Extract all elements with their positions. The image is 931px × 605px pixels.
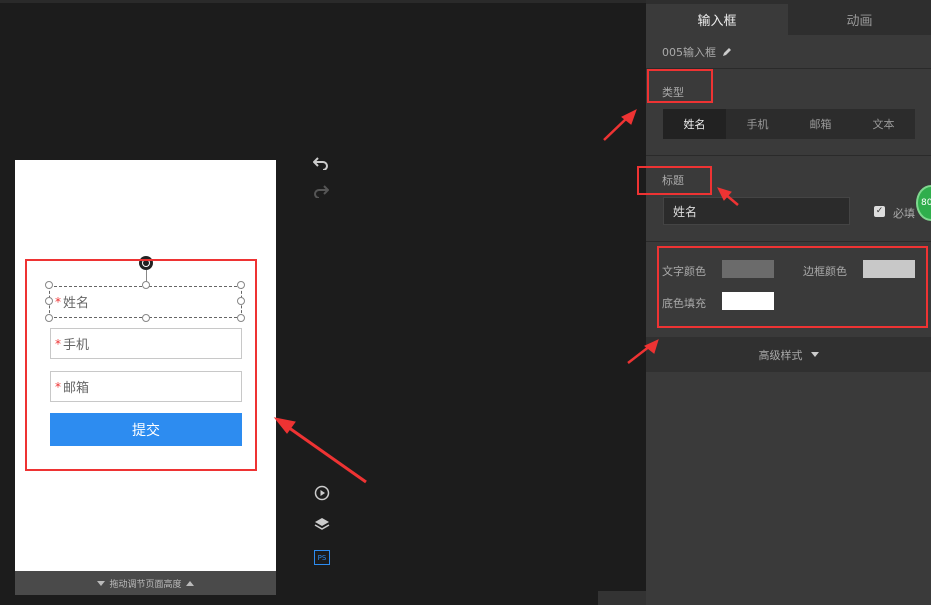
redo-icon[interactable] [313, 184, 329, 198]
layers-icon[interactable] [314, 517, 330, 531]
divider [646, 241, 931, 242]
component-name: 005输入框 [662, 46, 716, 59]
annotation-box-title [637, 166, 712, 195]
advanced-style-toggle[interactable]: 高级样式 [646, 337, 931, 372]
undo-icon[interactable] [313, 156, 329, 170]
type-option-phone[interactable]: 手机 [726, 109, 789, 139]
type-segmented-control: 姓名 手机 邮箱 文本 [663, 109, 915, 139]
page-height-drag-bar[interactable]: 拖动调节页面高度 [15, 571, 276, 595]
annotation-box-type [647, 69, 713, 103]
type-option-email[interactable]: 邮箱 [789, 109, 852, 139]
annotation-box-form [25, 259, 257, 471]
chevron-down-icon [810, 352, 819, 357]
divider [646, 155, 931, 156]
type-option-name[interactable]: 姓名 [663, 109, 726, 139]
required-label: 必填 [893, 207, 915, 220]
annotation-box-colors [657, 246, 928, 328]
top-divider [0, 0, 646, 3]
edit-pencil-icon[interactable] [722, 47, 732, 57]
page-height-label: 拖动调节页面高度 [109, 579, 182, 590]
play-icon[interactable] [314, 485, 330, 501]
title-input[interactable]: 姓名 [663, 197, 850, 225]
ps-icon[interactable]: PS [314, 550, 330, 565]
component-name-row[interactable]: 005输入框 [662, 44, 732, 60]
type-option-text[interactable]: 文本 [852, 109, 915, 139]
triangle-down-icon [97, 580, 106, 586]
advanced-style-label: 高级样式 [758, 348, 803, 362]
tab-input-box[interactable]: 输入框 [646, 4, 788, 35]
triangle-up-icon [185, 580, 194, 586]
status-block [598, 591, 646, 605]
tab-animation[interactable]: 动画 [788, 4, 931, 35]
required-checkbox[interactable]: ✓ [874, 206, 885, 217]
